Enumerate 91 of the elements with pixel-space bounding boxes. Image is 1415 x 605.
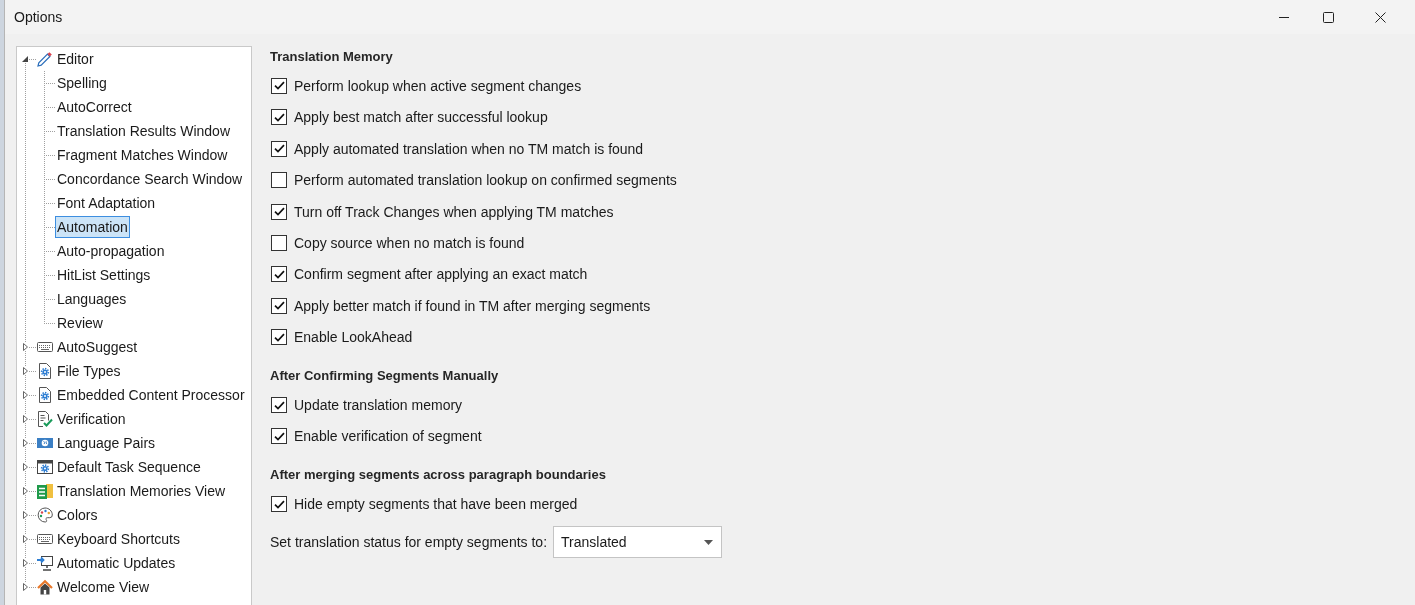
tree-item[interactable]: HitList Settings — [55, 264, 153, 286]
tree-item[interactable]: Keyboard Shortcuts — [55, 528, 182, 550]
document-gear-icon — [37, 387, 53, 403]
section-heading: Translation Memory — [270, 48, 394, 66]
caret-down-icon[interactable] — [22, 56, 28, 62]
tree-item[interactable]: Font Adaptation — [55, 192, 158, 214]
check-icon — [273, 301, 285, 311]
check-icon — [273, 499, 285, 509]
tree-item[interactable]: AutoSuggest — [55, 336, 140, 358]
tree-item[interactable]: Translation Results Window — [55, 120, 232, 142]
checkbox[interactable] — [271, 428, 287, 445]
tree-item[interactable]: Embedded Content Processor — [55, 384, 247, 406]
caret-right-icon[interactable] — [22, 391, 28, 399]
tree-item[interactable]: Translation Memories View — [55, 480, 228, 502]
check-icon — [273, 269, 285, 279]
tree-item[interactable]: Default Task Sequence — [55, 456, 203, 478]
tree-item[interactable]: Review — [55, 312, 105, 334]
checkbox[interactable] — [271, 172, 287, 189]
caret-right-icon[interactable] — [22, 487, 28, 495]
caret-right-icon[interactable] — [22, 535, 28, 543]
document-check-icon — [37, 411, 53, 427]
check-icon — [273, 81, 285, 91]
checkbox[interactable] — [271, 297, 287, 314]
checkbox-label: Perform lookup when active segment changes — [294, 78, 582, 94]
checkbox-label: Perform automated translation lookup on confirmed segments — [294, 172, 677, 189]
caret-right-icon[interactable] — [22, 415, 28, 423]
check-icon — [273, 432, 285, 441]
tree-item[interactable]: Auto-propagation — [55, 240, 167, 262]
checkbox[interactable] — [271, 397, 287, 414]
globe-icon — [37, 435, 53, 451]
document-gear-icon — [37, 363, 53, 379]
tree-item[interactable]: Editor — [55, 48, 96, 70]
tree-item[interactable]: Automation — [55, 216, 130, 238]
tree-item[interactable]: Languages — [55, 288, 129, 310]
checkbox[interactable] — [271, 266, 287, 283]
tree-item[interactable]: Automatic Updates — [55, 552, 178, 574]
checkbox-label: Confirm segment after applying an exact match — [294, 266, 588, 283]
check-icon — [273, 144, 285, 154]
checkbox-label: Hide empty segments that have been merged — [294, 496, 578, 513]
tree-item[interactable]: Fragment Matches Window — [55, 144, 230, 166]
tree-item[interactable]: Verification — [55, 408, 128, 430]
tree-item[interactable]: AutoCorrect — [55, 96, 134, 118]
caret-right-icon[interactable] — [22, 439, 28, 447]
maximize-icon — [1323, 11, 1334, 23]
checkbox[interactable] — [271, 109, 287, 126]
caret-right-icon[interactable] — [22, 463, 28, 471]
dropdown[interactable]: Translated — [553, 526, 723, 559]
caret-right-icon[interactable] — [22, 559, 28, 567]
window-title: Options — [14, 9, 63, 25]
checkbox-label: Apply best match after successful lookup — [294, 109, 548, 126]
checkbox-label: Enable verification of segment — [294, 428, 482, 445]
checkbox-label: Enable LookAhead — [294, 329, 413, 346]
tree-item[interactable]: Spelling — [55, 72, 109, 94]
window-gear-icon — [37, 459, 53, 475]
checkbox[interactable] — [271, 234, 287, 251]
keyboard-icon — [37, 339, 53, 355]
checkbox[interactable] — [271, 78, 287, 94]
keyboard-icon — [37, 531, 53, 547]
field-label: Set translation status for empty segments to: — [270, 534, 548, 551]
checkbox[interactable] — [271, 496, 287, 513]
check-icon — [273, 400, 285, 410]
pencil-icon — [37, 51, 53, 67]
caret-down-icon — [704, 539, 714, 545]
checkbox-label: Turn off Track Changes when applying TM matches — [294, 203, 614, 220]
palette-icon — [37, 507, 53, 523]
section-heading: After merging segments across paragraph boundaries — [270, 466, 607, 485]
monitor-arrow-icon — [37, 555, 53, 571]
caret-right-icon[interactable] — [22, 367, 28, 375]
checkbox-label: Apply automated translation when no TM match is found — [294, 140, 644, 157]
checkbox[interactable] — [271, 203, 287, 220]
tree-item[interactable]: Colors — [55, 504, 100, 526]
caret-right-icon[interactable] — [22, 583, 28, 591]
check-icon — [273, 112, 285, 122]
caret-right-icon[interactable] — [22, 511, 28, 519]
minimize-icon — [1278, 16, 1289, 18]
tree-item[interactable]: Concordance Search Window — [55, 168, 245, 190]
checkbox-label: Apply better match if found in TM after merging segments — [294, 297, 651, 314]
tree-item[interactable]: File Types — [55, 360, 123, 382]
checkbox-label: Update translation memory — [294, 397, 463, 414]
check-icon — [273, 207, 285, 217]
tree-item[interactable]: Welcome View — [55, 576, 152, 598]
house-icon — [37, 579, 53, 595]
blocks-icon — [37, 483, 53, 499]
checkbox[interactable] — [271, 329, 287, 346]
close-icon — [1375, 11, 1386, 23]
check-icon — [273, 332, 285, 342]
checkbox[interactable] — [271, 140, 287, 157]
section-heading: After Confirming Segments Manually — [270, 367, 500, 386]
tree-item[interactable]: Language Pairs — [55, 432, 158, 454]
caret-right-icon[interactable] — [22, 343, 28, 351]
checkbox-label: Copy source when no match is found — [294, 234, 525, 251]
